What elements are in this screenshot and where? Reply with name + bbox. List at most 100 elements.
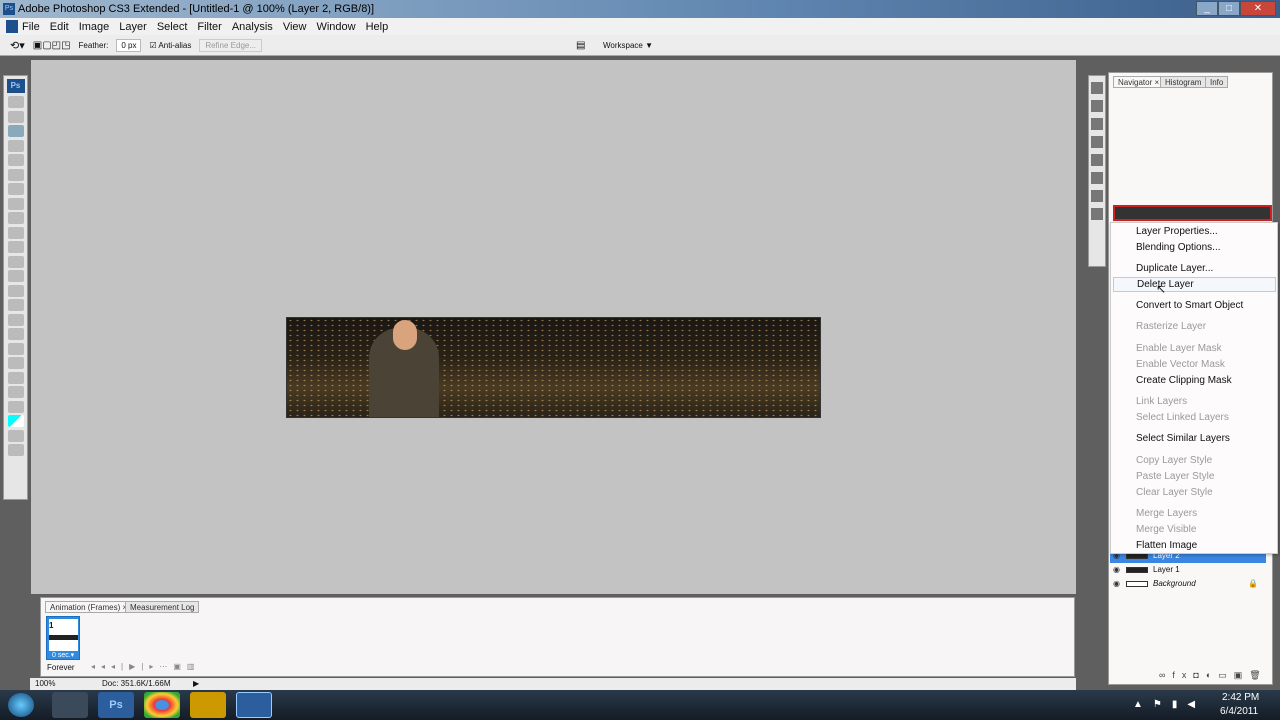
color-swatches[interactable] <box>7 415 24 427</box>
menu-view[interactable]: View <box>283 21 307 33</box>
menu-select[interactable]: Select <box>157 21 188 33</box>
menu-item-rasterize-layer: Rasterize Layer <box>1136 321 1207 332</box>
antialias-checkbox[interactable]: ☑ Anti-alias <box>149 41 191 50</box>
gradient-tool-icon[interactable] <box>7 255 24 268</box>
clone-source-icon[interactable] <box>1091 118 1103 130</box>
status-menu-arrow[interactable]: ▶ <box>193 678 199 690</box>
tab-measurement-log[interactable]: Measurement Log <box>125 601 200 613</box>
ps-menu-icon[interactable] <box>6 20 18 33</box>
menu-item-select-similar-layers[interactable]: Select Similar Layers <box>1136 433 1230 444</box>
quick-mask-icon[interactable] <box>7 429 24 442</box>
city-lights <box>287 318 820 417</box>
taskbar-app-icon-2[interactable] <box>190 692 226 718</box>
workspace-dropdown[interactable]: Workspace ▼ <box>603 41 653 50</box>
menu-item-flatten-image[interactable]: Flatten Image <box>1136 540 1197 551</box>
feather-input[interactable]: 0 px <box>116 38 142 52</box>
menu-layer[interactable]: Layer <box>119 21 147 33</box>
history-brush-tool-icon[interactable] <box>7 226 24 239</box>
menu-item-enable-vector-mask: Enable Vector Mask <box>1136 359 1225 370</box>
ps-logo: Ps <box>6 79 25 93</box>
eraser-tool-icon[interactable] <box>7 241 24 253</box>
eyedropper-tool-icon[interactable] <box>7 371 24 384</box>
magic-wand-tool-icon[interactable] <box>7 139 24 152</box>
shape-tool-icon[interactable] <box>7 342 24 355</box>
slice-tool-icon[interactable] <box>7 168 24 181</box>
menu-item-blending-options[interactable]: Blending Options... <box>1136 242 1221 253</box>
marquee-tool-icon[interactable] <box>7 110 24 123</box>
frame-delay[interactable]: 0 sec.▾ <box>52 651 74 659</box>
visibility-eye-icon[interactable]: ◉ <box>1113 577 1120 591</box>
doc-size: Doc: 351.6K/1.66M <box>102 679 171 688</box>
hand-tool-icon[interactable] <box>7 386 24 398</box>
character-icon[interactable] <box>1091 172 1103 184</box>
move-tool-icon[interactable] <box>7 96 24 108</box>
menu-help[interactable]: Help <box>366 21 389 33</box>
taskbar-chrome-icon[interactable] <box>144 692 180 718</box>
tab-navigator[interactable]: Navigator × <box>1113 76 1165 88</box>
minimize-button[interactable]: _ <box>1196 1 1218 16</box>
path-selection-tool-icon[interactable] <box>7 328 24 340</box>
bridge-icon[interactable]: ▤ <box>576 40 585 51</box>
menu-item-merge-visible: Merge Visible <box>1136 524 1197 535</box>
start-button[interactable] <box>8 693 34 717</box>
menu-analysis[interactable]: Analysis <box>232 21 273 33</box>
menu-image[interactable]: Image <box>79 21 110 33</box>
menu-item-layer-properties[interactable]: Layer Properties... <box>1136 226 1218 237</box>
zoom-level[interactable]: 100% <box>35 678 55 690</box>
tab-info[interactable]: Info <box>1205 76 1229 88</box>
maximize-button[interactable]: □ <box>1218 1 1240 16</box>
animation-frame[interactable]: 1 0 sec.▾ <box>46 616 80 660</box>
history-icon[interactable] <box>1091 154 1103 166</box>
tab-histogram[interactable]: Histogram <box>1160 76 1207 88</box>
loop-select[interactable]: Forever <box>47 663 75 672</box>
menu-filter[interactable]: Filter <box>197 21 221 33</box>
paragraph-icon[interactable] <box>1091 190 1103 202</box>
layer-row-layer-1[interactable]: ◉ Layer 1 <box>1110 563 1266 577</box>
mouse-cursor-icon: ↖ <box>1156 282 1167 296</box>
menu-file[interactable]: File <box>22 21 40 33</box>
taskbar-app-icon[interactable] <box>52 692 88 718</box>
panel-dock <box>1088 75 1106 267</box>
navigator-thumbnail[interactable] <box>1113 205 1272 221</box>
lasso-tool-icon[interactable] <box>7 125 24 137</box>
playback-controls[interactable]: ◂◂◂|▶|▸⋯▣▥ <box>91 662 201 671</box>
menu-item-delete-layer[interactable]: Delete Layer <box>1113 277 1276 292</box>
visibility-eye-icon[interactable]: ◉ <box>1113 563 1120 577</box>
document-image[interactable] <box>286 317 821 418</box>
pen-tool-icon[interactable] <box>7 299 24 311</box>
layers-footer-buttons[interactable]: ∞fx◘◐▭▣🗑 <box>1159 670 1268 681</box>
layer-row-background[interactable]: ◉ Background 🔒 <box>1110 577 1266 591</box>
selection-mode-icons[interactable]: ▣▢◰◳ <box>33 40 71 51</box>
actions-icon[interactable] <box>1091 136 1103 148</box>
refine-edge-button[interactable]: Refine Edge... <box>199 38 263 52</box>
tab-animation-frames[interactable]: Animation (Frames) × <box>45 601 133 613</box>
menu-item-duplicate-layer[interactable]: Duplicate Layer... <box>1136 263 1213 274</box>
screen-mode-icon[interactable] <box>7 444 24 456</box>
menu-item-create-clipping-mask[interactable]: Create Clipping Mask <box>1136 375 1232 386</box>
healing-brush-tool-icon[interactable] <box>7 183 24 195</box>
system-tray-icons[interactable]: ▲⚑▮◀ <box>1133 699 1205 710</box>
lasso-tool-preset-icon[interactable]: ⟲▾ <box>10 39 25 52</box>
menu-item-copy-layer-style: Copy Layer Style <box>1136 455 1213 466</box>
layer-comps-icon[interactable] <box>1091 208 1103 220</box>
clock-time[interactable]: 2:42 PM <box>1222 692 1259 703</box>
close-button[interactable]: ✕ <box>1240 1 1276 16</box>
brushes-panel-icon[interactable] <box>1091 82 1103 94</box>
windows-taskbar: Ps ▲⚑▮◀ 2:42 PM 6/4/2011 <box>0 690 1280 720</box>
brush-tool-icon[interactable] <box>7 197 24 210</box>
clone-stamp-tool-icon[interactable] <box>7 212 24 224</box>
taskbar-photoshop-icon[interactable]: Ps <box>98 692 134 718</box>
status-bar: 100% Doc: 351.6K/1.66M ▶ <box>30 678 1076 690</box>
tool-presets-icon[interactable] <box>1091 100 1103 112</box>
notes-tool-icon[interactable] <box>7 357 24 369</box>
taskbar-app-icon-3[interactable] <box>236 692 272 718</box>
dodge-tool-icon[interactable] <box>7 284 24 297</box>
clock-date[interactable]: 6/4/2011 <box>1220 706 1258 717</box>
menu-window[interactable]: Window <box>316 21 355 33</box>
menu-item-convert-to-smart-object[interactable]: Convert to Smart Object <box>1136 300 1243 311</box>
menu-edit[interactable]: Edit <box>50 21 69 33</box>
type-tool-icon[interactable] <box>7 313 24 326</box>
zoom-tool-icon[interactable] <box>7 400 24 413</box>
blur-tool-icon[interactable] <box>7 270 24 282</box>
crop-tool-icon[interactable] <box>7 154 24 166</box>
